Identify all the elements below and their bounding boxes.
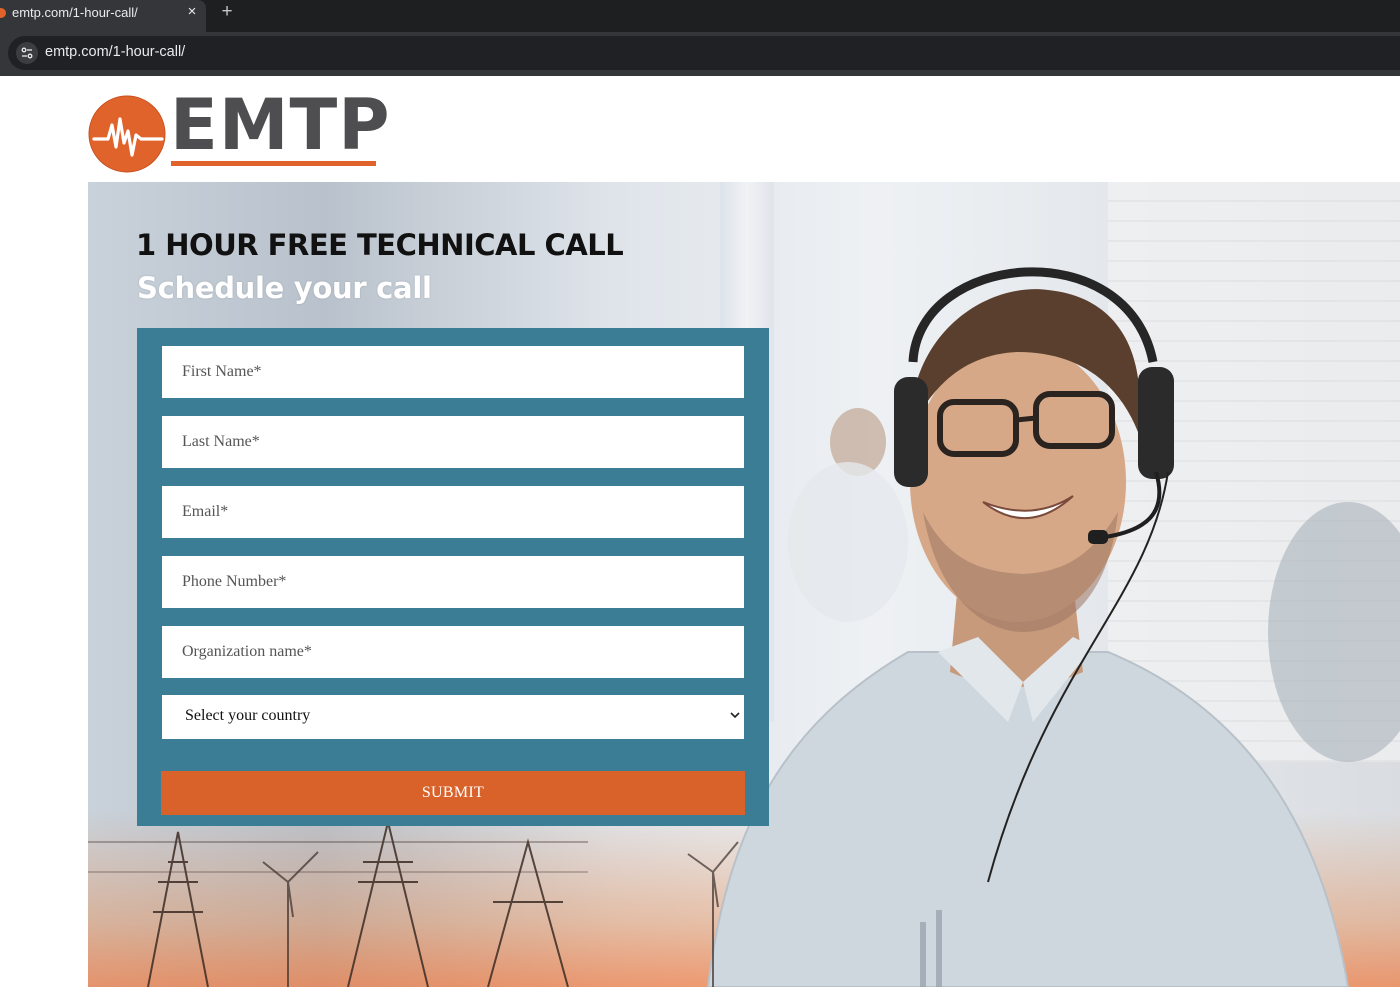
page-subheadline: Schedule your call [137,271,432,305]
submit-button[interactable]: SUBMIT [161,771,745,815]
emtp-logo[interactable]: EMTP [88,85,390,174]
organization-name-field[interactable] [162,626,744,678]
browser-toolbar: emtp.com/1-hour-call/ [0,32,1400,76]
tab-title: emtp.com/1-hour-call/ [12,5,138,20]
phone-number-field[interactable] [162,556,744,608]
favicon-icon [0,8,6,18]
close-tab-icon[interactable]: × [184,3,200,23]
country-select-value: Select your country [185,707,311,724]
email-field[interactable] [162,486,744,538]
new-tab-icon[interactable]: + [218,2,236,24]
address-bar[interactable]: emtp.com/1-hour-call/ [8,36,1400,70]
url-text: emtp.com/1-hour-call/ [45,44,186,60]
chevron-down-icon [730,712,740,719]
logo-waveform-icon [88,95,166,173]
logo-underline [171,161,376,166]
browser-tab-strip: emtp.com/1-hour-call/ × + [0,0,1400,32]
page-headline: 1 HOUR FREE TECHNICAL CALL [136,228,624,262]
browser-tab[interactable]: emtp.com/1-hour-call/ × [0,0,206,32]
site-settings-icon[interactable] [16,42,38,64]
country-select[interactable]: Select your country [162,695,744,739]
last-name-field[interactable] [162,416,744,468]
call-request-form: Select your country SUBMIT [137,328,769,826]
first-name-field[interactable] [162,346,744,398]
logo-wordmark: EMTP [170,84,391,166]
